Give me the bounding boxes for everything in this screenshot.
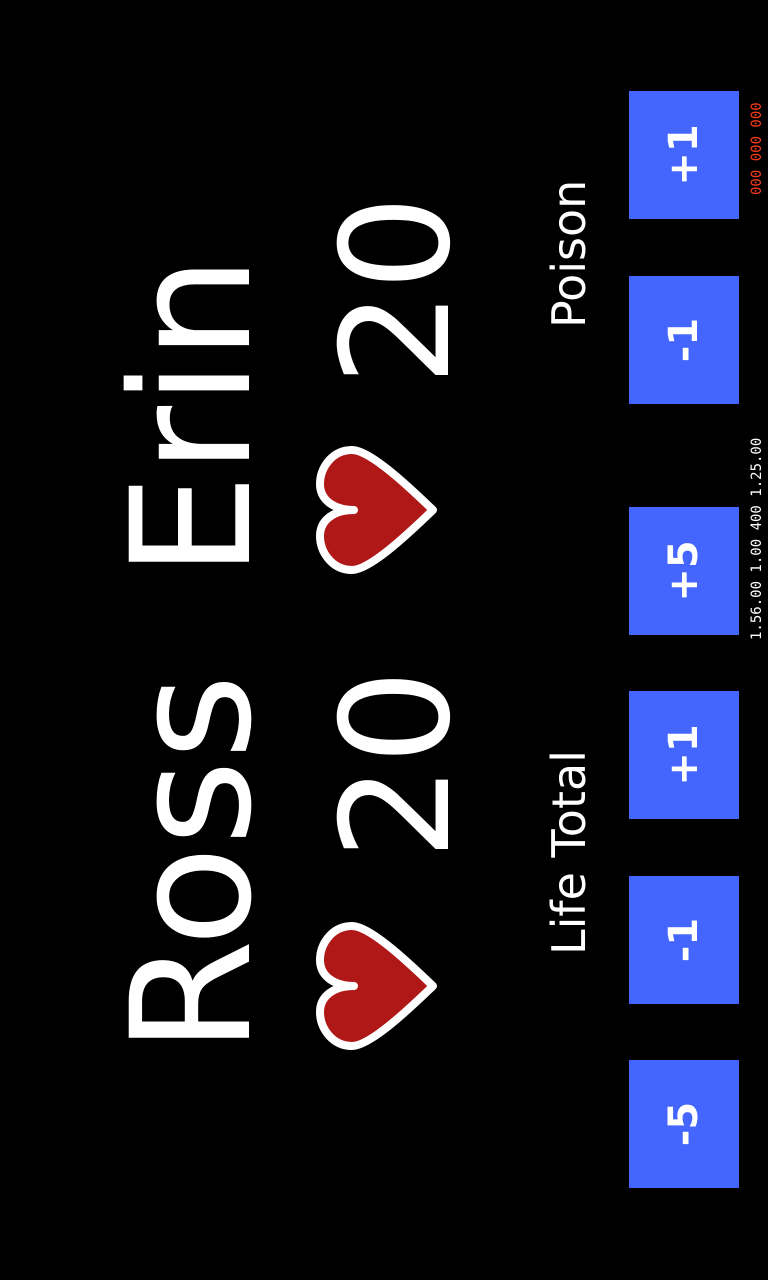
life-total-label: Life Total <box>542 750 596 955</box>
life-plus-1-button[interactable]: +1 <box>629 691 739 819</box>
debug-counters-red: 000 000 000 <box>749 102 765 195</box>
button-label: -1 <box>661 917 707 963</box>
button-label: -5 <box>661 1101 707 1147</box>
heart-icon <box>316 446 437 574</box>
poison-plus-1-button[interactable]: +1 <box>629 91 739 219</box>
poison-label: Poison <box>542 179 596 328</box>
life-minus-1-button[interactable]: -1 <box>629 876 739 1004</box>
player-name-erin: Erin <box>96 255 288 578</box>
life-total-ross: 20 <box>310 669 484 860</box>
debug-counter-text: 000 000 000 <box>749 102 765 195</box>
debug-counters-white: 1.56.00 1.00 400 1.25.00 <box>749 437 765 640</box>
player-name-ross: Ross <box>96 673 288 1054</box>
life-minus-5-button[interactable]: -5 <box>629 1060 739 1188</box>
life-total-erin: 20 <box>310 195 484 386</box>
life-plus-5-button[interactable]: +5 <box>629 507 739 635</box>
button-label: +1 <box>661 724 707 786</box>
button-label: +5 <box>661 540 707 602</box>
debug-counter-text: 1.56.00 1.00 400 1.25.00 <box>749 437 765 640</box>
life-counter-screen: Ross Erin 20 20 Life Total Poison -5 -1 … <box>0 0 768 1280</box>
poison-minus-1-button[interactable]: -1 <box>629 276 739 404</box>
button-label: -1 <box>661 317 707 363</box>
button-label: +1 <box>661 124 707 186</box>
heart-icon <box>316 922 437 1050</box>
